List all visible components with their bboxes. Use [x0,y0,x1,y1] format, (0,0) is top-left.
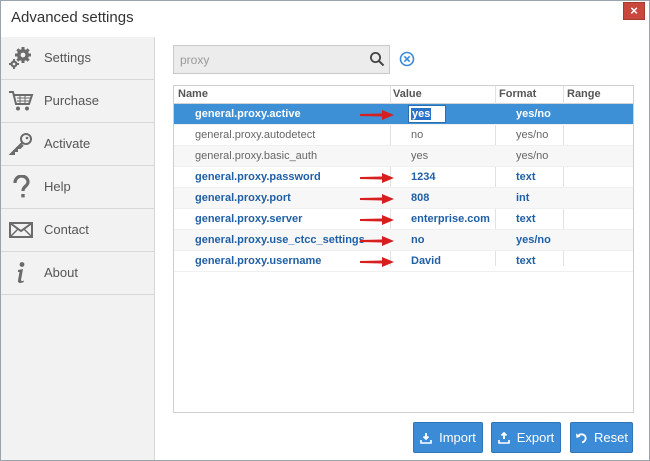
gear-icon [7,45,35,71]
close-button[interactable]: × [623,2,645,20]
window-title: Advanced settings [11,9,134,26]
cart-icon [7,88,35,114]
column-header-name[interactable]: Name [178,88,208,100]
sidebar-item-label: Purchase [44,93,99,108]
clear-search-icon[interactable] [399,51,415,67]
setting-format: yes/no [516,234,551,246]
setting-name: general.proxy.autodetect [195,129,316,141]
arrow-icon [360,194,394,204]
sidebar-item-contact[interactable]: Contact [1,209,154,252]
advanced-settings-window: Advanced settings × Settings Purchase Ac… [0,0,650,461]
sidebar-item-help[interactable]: Help [1,166,154,209]
setting-name: general.proxy.server [195,213,303,225]
table-row[interactable]: general.proxy.basic_auth yes yes/no [174,146,633,167]
sidebar-item-about[interactable]: About [1,252,154,295]
sidebar: Settings Purchase Activate Help Contact … [1,37,155,460]
search-box [173,45,390,74]
sidebar-item-purchase[interactable]: Purchase [1,80,154,123]
setting-value: 1234 [411,171,436,183]
import-icon [420,432,432,444]
reset-button-label: Reset [594,430,628,445]
import-button[interactable]: Import [413,422,483,453]
setting-value: 808 [411,192,430,204]
export-icon [497,431,510,444]
sidebar-item-settings[interactable]: Settings [1,37,154,80]
arrow-icon [360,110,394,120]
arrow-icon [360,215,394,225]
sidebar-item-label: Settings [44,50,91,65]
setting-format: text [516,213,536,225]
table-row[interactable]: general.proxy.autodetect no yes/no [174,125,633,146]
table-row[interactable]: general.proxy.password 1234 text [174,167,633,188]
table-row[interactable]: general.proxy.username David text [174,251,633,272]
key-icon [7,131,35,157]
table-row[interactable]: general.proxy.active yes yes/no [174,104,633,125]
search-input[interactable] [174,46,364,73]
title-bar: Advanced settings × [1,1,649,37]
setting-name: general.proxy.use_ctcc_settings [195,234,365,246]
envelope-icon [7,217,35,243]
column-header-range[interactable]: Range [567,88,601,100]
setting-value: no [411,234,425,246]
setting-format: yes/no [516,150,549,162]
sidebar-item-label: Contact [44,222,89,237]
setting-name: general.proxy.basic_auth [195,150,318,162]
undo-icon [576,432,587,443]
value-editor[interactable]: yes [408,105,446,123]
setting-value: yes [411,150,429,162]
arrow-icon [360,257,394,267]
table-row[interactable]: general.proxy.port 808 int [174,188,633,209]
sidebar-item-label: Help [44,179,71,194]
setting-value: David [411,255,441,267]
setting-format: text [516,255,536,267]
search-icon[interactable] [369,51,385,67]
grid-header: Name Value Format Range [174,86,633,104]
arrow-icon [360,236,394,246]
setting-format: text [516,171,536,183]
export-button-label: Export [516,430,555,445]
sidebar-item-activate[interactable]: Activate [1,123,154,166]
setting-value: enterprise.com [411,213,490,225]
setting-name: general.proxy.port [195,192,291,204]
setting-value: no [411,129,424,141]
setting-name: general.proxy.active [195,108,301,120]
arrow-icon [360,173,394,183]
reset-button[interactable]: Reset [570,422,633,453]
question-icon [7,174,35,200]
export-button[interactable]: Export [491,422,561,453]
settings-grid: Name Value Format Range general.proxy.ac… [173,85,634,413]
column-header-value[interactable]: Value [393,88,422,100]
sidebar-item-label: About [44,265,78,280]
setting-format: int [516,192,530,204]
setting-name: general.proxy.password [195,171,321,183]
column-header-format[interactable]: Format [499,88,536,100]
value-editor-text: yes [411,108,432,120]
import-button-label: Import [439,430,476,445]
setting-format: yes/no [516,129,549,141]
setting-name: general.proxy.username [195,255,322,267]
table-row[interactable]: general.proxy.server enterprise.com text [174,209,633,230]
setting-format: yes/no [516,108,551,120]
info-icon [7,260,35,286]
table-row[interactable]: general.proxy.use_ctcc_settings no yes/n… [174,230,633,251]
sidebar-item-label: Activate [44,136,91,151]
